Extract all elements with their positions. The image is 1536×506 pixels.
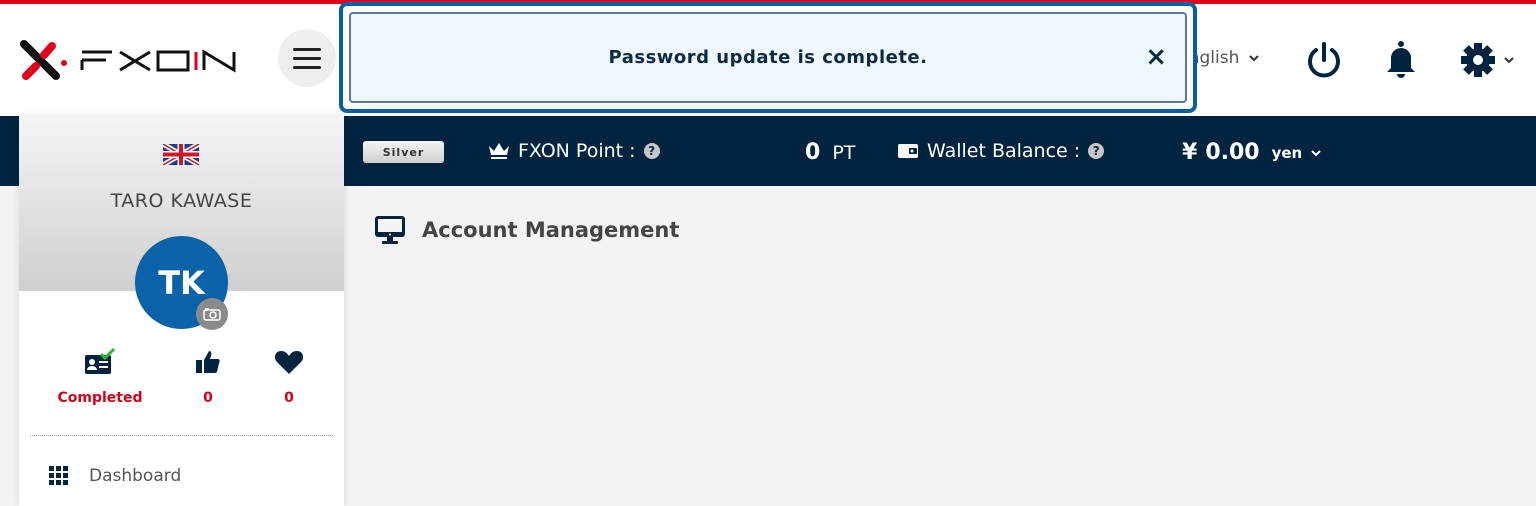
camera-icon[interactable] xyxy=(196,298,228,330)
rank-badge: Silver xyxy=(363,141,444,163)
heart-icon xyxy=(274,351,304,374)
wallet-label: Wallet Balance : xyxy=(927,140,1081,162)
hamburger-icon xyxy=(293,47,321,51)
toast-message: Password update is complete. xyxy=(608,47,928,68)
points-value: 0 xyxy=(805,140,821,165)
bell-icon[interactable] xyxy=(1381,40,1421,80)
grid-icon xyxy=(49,466,68,485)
fxon-logo[interactable] xyxy=(18,38,238,82)
verification-status[interactable]: Completed xyxy=(50,346,150,406)
monitor-icon xyxy=(375,216,405,244)
currency-symbol: ¥ xyxy=(1182,140,1198,165)
divider xyxy=(30,435,333,436)
uk-flag-icon[interactable] xyxy=(163,144,199,165)
chevron-down-icon xyxy=(1249,55,1260,62)
toast-notification: Password update is complete. × xyxy=(339,2,1197,113)
sidebar: TARO KAWASE TK Completed 0 0 Dashboard xyxy=(19,116,344,506)
settings-menu[interactable] xyxy=(1458,40,1514,80)
thumbs-up-icon xyxy=(196,351,220,373)
gear-icon xyxy=(1461,43,1495,77)
wallet-value: 0.00 xyxy=(1205,140,1260,165)
menu-toggle-button[interactable] xyxy=(278,29,336,87)
wallet-readout[interactable]: ¥ 0.00 yen xyxy=(1182,140,1322,165)
help-icon[interactable]: ? xyxy=(643,143,660,159)
sidebar-item-label: Dashboard xyxy=(89,466,182,486)
favorites-value: 0 xyxy=(284,390,294,406)
help-icon[interactable]: ? xyxy=(1088,143,1105,159)
points-unit: PT xyxy=(832,141,856,164)
sidebar-item-dashboard[interactable]: Dashboard xyxy=(19,456,344,496)
page-title: Account Management xyxy=(374,214,679,246)
fxon-point: FXON Point : ? xyxy=(488,140,660,162)
chevron-down-icon xyxy=(1504,57,1514,64)
crown-icon xyxy=(489,143,509,159)
verification-value: Completed xyxy=(57,390,143,406)
points-readout: 0 PT xyxy=(805,140,855,165)
wallet-balance: Wallet Balance : ? xyxy=(897,140,1105,162)
user-name: TARO KAWASE xyxy=(110,190,253,212)
page-title-text: Account Management xyxy=(422,218,680,242)
favorites-stat[interactable]: 0 xyxy=(239,346,339,406)
id-card-check-icon xyxy=(85,348,116,374)
points-label: FXON Point : xyxy=(518,140,636,162)
wallet-icon xyxy=(898,144,918,158)
chevron-down-icon xyxy=(1311,149,1321,156)
wallet-unit: yen xyxy=(1271,143,1303,162)
close-icon[interactable]: × xyxy=(1145,44,1167,70)
power-icon[interactable] xyxy=(1304,40,1344,80)
